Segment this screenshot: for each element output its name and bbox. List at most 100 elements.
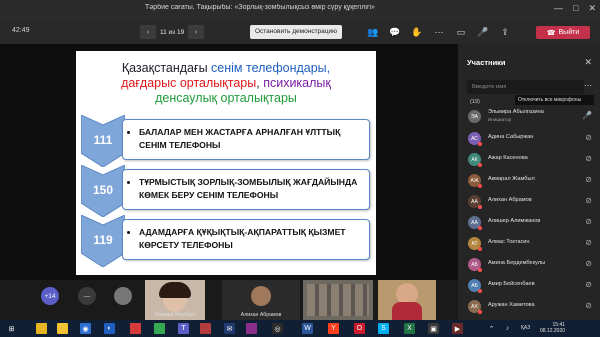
raise-hand-button[interactable]: ✋ — [410, 25, 424, 39]
next-slide-button[interactable]: › — [188, 25, 205, 39]
opera-icon: O — [356, 325, 363, 332]
language-indicator[interactable]: ҚАЗ — [521, 325, 530, 331]
mic-off-icon[interactable]: ⊘ — [585, 154, 592, 163]
participants-button[interactable]: 👥 — [366, 25, 380, 39]
taskbar-app[interactable]: O — [354, 323, 365, 334]
hotline-box: ТҰРМЫСТЫҚ ЗОРЛЫҚ-ЗОМБЫЛЫҚ ЖАҒДАЙЫНДА КӨМ… — [122, 169, 370, 210]
participant-name: Акмарал Жамбыл — [488, 176, 535, 182]
leave-label: Выйти — [558, 29, 580, 36]
chat-button[interactable]: 💬 — [388, 25, 402, 39]
taskbar-app[interactable] — [130, 323, 141, 334]
camera-button[interactable]: ▭ — [454, 25, 468, 39]
taskbar-app[interactable]: X — [404, 323, 415, 334]
hotline-chevron: 150 — [81, 165, 125, 217]
participant-row[interactable]: АЖ Акмарал Жамбыл ⊘ — [466, 171, 596, 191]
os-taskbar: ⊞ ◉ ◐ T ✉ ◎ W Y O S X ▣ ▶ ⌃ ♪ ҚАЗ 15:41 … — [0, 320, 600, 337]
participant-row[interactable]: АА Алихан Абрамов ⊘ — [466, 192, 596, 212]
window-title: Тәрбие сағаты. Тақырыбы: «Зорлық-зомбылы… — [145, 4, 375, 11]
participant-row[interactable]: АС Адина Сабыржан ⊘ — [466, 129, 596, 149]
close-panel-button[interactable]: ✕ — [584, 57, 592, 68]
maximize-button[interactable]: □ — [573, 3, 578, 14]
participant-search-input[interactable]: Введите имя — [467, 80, 584, 94]
chevron-right-icon: › — [195, 28, 198, 36]
taskbar-app[interactable] — [57, 323, 68, 334]
yandex-icon: Y — [331, 325, 336, 332]
taskbar-app[interactable]: ▶ — [452, 323, 463, 334]
leave-button[interactable]: ☎ Выйти — [536, 26, 590, 39]
hotline-chevron: 111 — [81, 115, 125, 167]
participant-avatar[interactable]: — — [78, 287, 96, 305]
taskbar-app[interactable]: Y — [328, 323, 339, 334]
participant-role: Инициатор — [488, 117, 512, 122]
taskbar-app[interactable]: ✉ — [224, 323, 235, 334]
tray-network[interactable]: ⌃ — [486, 323, 497, 334]
window-controls: — □ ✕ — [554, 3, 596, 14]
previous-slide-button[interactable]: ‹ — [140, 25, 156, 39]
participant-row[interactable]: ЭА Эльмира Абылгазина Инициатор 🎤 — [466, 107, 596, 127]
video-strip: +14 — Ажарай Жанбыл Алихан Абрамов — [0, 280, 458, 320]
mic-off-icon[interactable]: ⊘ — [585, 238, 592, 247]
teams-icon: T — [181, 325, 186, 332]
mic-off-icon[interactable]: ⊘ — [585, 280, 592, 289]
mic-off-icon[interactable]: ⊘ — [585, 196, 592, 205]
close-button[interactable]: ✕ — [588, 3, 596, 14]
heading-part: сенім телефондары, — [211, 61, 331, 75]
tray-volume[interactable]: ♪ — [502, 323, 513, 334]
mic-off-icon[interactable]: ⊘ — [585, 133, 592, 142]
share-button[interactable]: ⇪ — [498, 25, 512, 39]
taskbar-app[interactable]: W — [302, 323, 313, 334]
participant-row[interactable]: АБ Амина Бердембекулы ⊘ — [466, 255, 596, 275]
media-icon: ◉ — [82, 325, 89, 333]
participant-row[interactable]: АХ Аружан Хамитова ⊘ — [466, 297, 596, 317]
taskbar-app[interactable] — [36, 323, 47, 334]
video-tile[interactable]: Ажарай Жанбыл — [145, 280, 205, 320]
taskbar-app[interactable]: ▣ — [428, 323, 439, 334]
video-tile-gallery[interactable] — [303, 280, 373, 320]
mic-button[interactable]: 🎤 — [476, 25, 490, 39]
hotline-text: БАЛАЛАР МЕН ЖАСТАРҒА АРНАЛҒАН ҰЛТТЫҚ СЕН… — [139, 120, 369, 152]
participants-panel: Участники ✕ Введите имя ⋯ (19) Отключить… — [458, 44, 600, 320]
mic-icon[interactable]: 🎤 — [582, 111, 592, 120]
windows-start-button[interactable]: ⊞ — [6, 323, 17, 334]
hotline-number: 150 — [92, 183, 114, 197]
mic-off-icon[interactable]: ⊘ — [585, 259, 592, 268]
more-participants-badge[interactable]: +14 — [41, 287, 59, 305]
panel-more-button[interactable]: ⋯ — [584, 81, 592, 90]
participant-name: Адина Сабыржан — [488, 134, 534, 140]
slide-heading: Қазақстандағы сенім телефондары, дағдары… — [82, 61, 370, 106]
taskbar-app[interactable]: ◐ — [104, 323, 115, 334]
meeting-toolbar: 42:49 ‹ 11 из 19 › Остановить демонстрац… — [0, 20, 600, 44]
taskbar-app[interactable] — [154, 323, 165, 334]
hotline-box: АДАМДАРҒА ҚҰҚЫҚТЫҚ-АҚПАРАТТЫҚ ҚЫЗМЕТ КӨР… — [122, 219, 370, 260]
participant-row[interactable]: АБ Амир Бейсенбаев ⊘ — [466, 276, 596, 296]
mic-off-icon[interactable]: ⊘ — [585, 217, 592, 226]
participant-avatar[interactable] — [114, 287, 132, 305]
status-dot — [478, 142, 482, 146]
stop-presenting-button[interactable]: Остановить демонстрацию — [250, 25, 342, 39]
taskbar-app[interactable] — [246, 323, 257, 334]
mic-off-icon[interactable]: ⊘ — [585, 175, 592, 184]
windows-logo-icon: ⊞ — [8, 325, 15, 333]
dash-icon: — — [83, 292, 91, 300]
taskbar-app[interactable]: ◎ — [272, 323, 283, 334]
close-icon: ✕ — [584, 57, 592, 67]
more-icon: ⋯ — [584, 81, 592, 90]
taskbar-app[interactable]: S — [378, 323, 389, 334]
taskbar-app[interactable]: T — [178, 323, 189, 334]
participant-row[interactable]: АК Ажар Касенова ⊘ — [466, 150, 596, 170]
mic-off-icon[interactable]: ⊘ — [585, 301, 592, 310]
slide-navigator: ‹ 11 из 19 › — [140, 25, 205, 39]
participant-row[interactable]: АА Алишер Алимжанов ⊘ — [466, 213, 596, 233]
video-tile[interactable]: Алихан Абрамов — [222, 280, 300, 320]
tray-clock[interactable]: 15:41 08.12.2020 — [540, 322, 565, 334]
hotline-text: ТҰРМЫСТЫҚ ЗОРЛЫҚ-ЗОМБЫЛЫҚ ЖАҒДАЙЫНДА КӨМ… — [139, 170, 369, 202]
chevron-left-icon: ‹ — [146, 28, 150, 36]
more-actions-button[interactable]: ⋯ — [432, 25, 446, 39]
minimize-button[interactable]: — — [554, 3, 563, 14]
participant-row[interactable]: АТ Алмас Токтасин ⊘ — [466, 234, 596, 254]
hand-icon: ✋ — [411, 26, 423, 37]
app-icon: ▣ — [430, 325, 437, 333]
taskbar-app[interactable] — [200, 323, 211, 334]
taskbar-app[interactable]: ◉ — [80, 323, 91, 334]
video-tile[interactable] — [378, 280, 436, 320]
